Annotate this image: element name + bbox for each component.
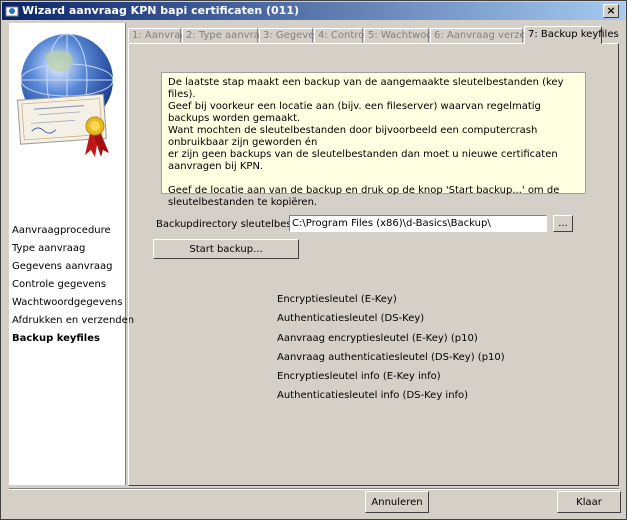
finish-button[interactable]: Klaar [557,491,621,513]
sidebar-item-afdrukken-verzenden: Afdrukken en verzenden [12,315,135,326]
tab-controle[interactable]: 4: Controle [314,28,373,43]
title-bar: Wizard aanvraag KPN bapi certificaten (0… [2,2,625,20]
sidebar-item-wachtwoordgegevens: Wachtwoordgegevens [12,297,123,308]
cancel-button[interactable]: Annuleren [365,491,429,513]
keyfile-item: Encryptiesleutel (E-Key) [277,294,397,305]
instruction-box: De laatste stap maakt een backup van de … [161,72,586,208]
browse-button[interactable]: ... [553,215,573,232]
keyfile-item: Authenticatiesleutel info (DS-Key info) [277,390,469,402]
certificate-globe-logo [16,33,114,157]
sidebar-item-type-aanvraag: Type aanvraag [12,243,86,254]
instruction-line: Geef bij voorkeur een locatie aan (bijv.… [168,101,541,124]
sidebar-item-backup-keyfiles: Backup keyfiles [12,333,100,344]
tab-wachtwoord[interactable]: 5: Wachtwoord [364,28,443,43]
instruction-line: Want mochten de sleutelbestanden door bi… [168,125,538,148]
keyfile-item: Aanvraag authenticatiesleutel (DS-Key) (… [277,351,505,363]
keyfile-list: Encryptiesleutel (E-Key) Authenticatiesl… [277,294,505,410]
tab-gegevens[interactable]: 3: Gegevens [259,28,326,43]
certificate-app-icon [5,6,19,17]
tab-type-aanvraag[interactable]: 2: Type aanvraag [182,28,272,43]
instruction-line: er zijn geen backups van de sleutelbesta… [168,149,558,172]
tab-aanvraag[interactable]: 1: Aanvraag [128,28,193,43]
tab-aanvraag-verzenden[interactable]: 6: Aanvraag verzenden [430,28,551,43]
wizard-step-list: Aanvraagprocedure Type aanvraag Gegevens… [12,222,134,348]
sidebar-item-gegevens-aanvraag: Gegevens aanvraag [12,261,113,272]
keyfile-item: Aanvraag encryptiesleutel (E-Key) (p10) [277,332,478,344]
instruction-line: De laatste stap maakt een backup van de … [168,77,564,100]
window-title: Wizard aanvraag KPN bapi certificaten (0… [22,4,299,17]
wizard-window: Wizard aanvraag KPN bapi certificaten (0… [0,0,627,520]
sidebar-item-controle-gegevens: Controle gegevens [12,279,107,290]
wizard-sidebar: Aanvraagprocedure Type aanvraag Gegevens… [9,23,134,485]
instruction-line: Geef de locatie aan van de backup en dru… [168,185,560,208]
keyfile-item: Encryptiesleutel info (E-Key info) [277,371,441,383]
footer-separator [9,488,619,490]
close-button[interactable]: × [603,4,619,18]
start-backup-button[interactable]: Start backup... [153,239,299,259]
sidebar-item-aanvraagprocedure: Aanvraagprocedure [12,225,111,236]
tab-backup-keyfiles[interactable]: 7: Backup keyfiles [524,26,619,44]
keyfile-item: Authenticatiesleutel (DS-Key) [277,313,425,325]
backup-directory-input[interactable] [289,215,547,232]
